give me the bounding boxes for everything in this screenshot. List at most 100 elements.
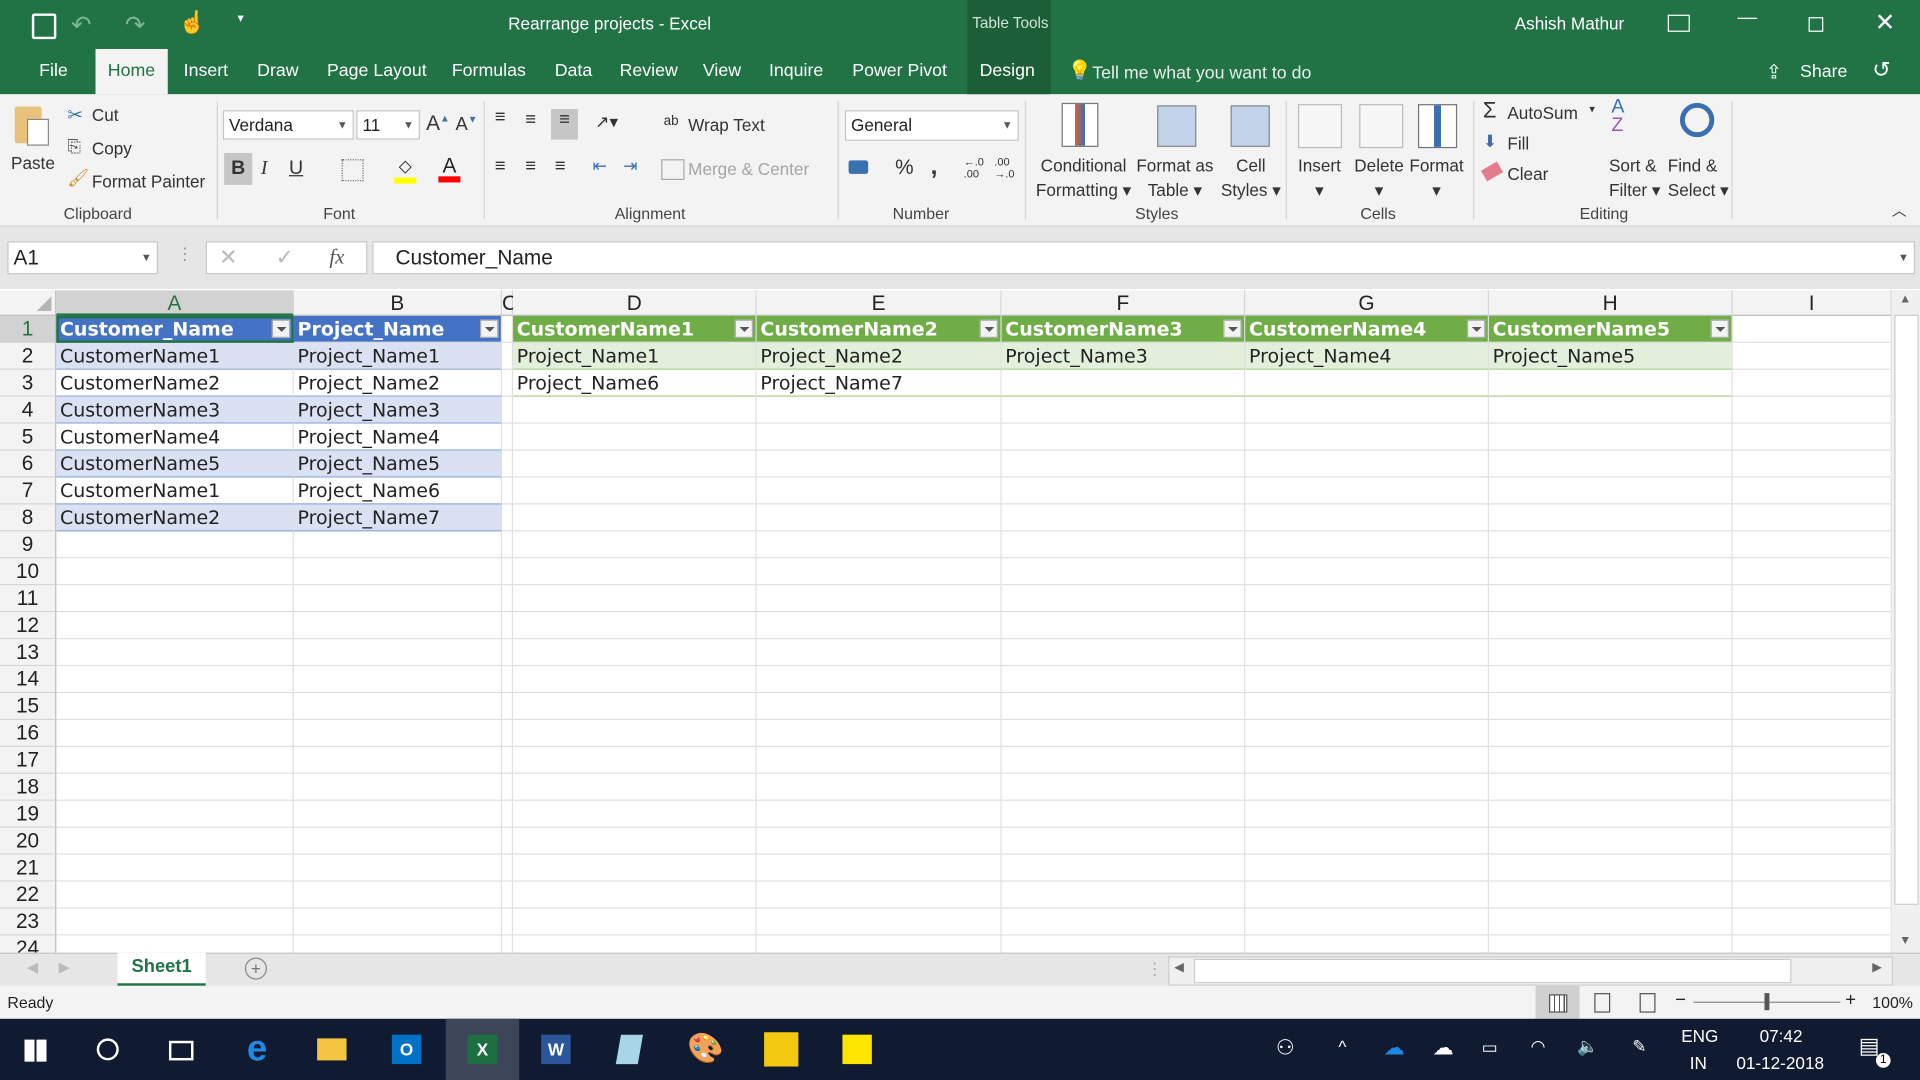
filter-dropdown-icon[interactable]	[979, 319, 998, 338]
font-color-icon[interactable]: A	[438, 154, 461, 183]
cell-H12[interactable]	[1488, 612, 1733, 640]
save-icon[interactable]	[31, 13, 57, 40]
language-eng[interactable]: ENG	[1681, 1026, 1718, 1046]
insert-cells-icon[interactable]	[1297, 104, 1343, 149]
cell-B1[interactable]: Project_Name	[293, 315, 503, 343]
cell-E12[interactable]	[756, 612, 1002, 640]
close-icon[interactable]: ✕	[1875, 7, 1896, 38]
cell-B16[interactable]	[293, 720, 503, 747]
filter-dropdown-icon[interactable]	[271, 319, 291, 338]
cell-I15[interactable]	[1732, 693, 1892, 721]
row-header-20[interactable]: 20	[0, 827, 57, 855]
scroll-up-icon[interactable]: ▲	[1899, 293, 1911, 306]
center-icon[interactable]: ≡	[525, 156, 536, 177]
cell-I19[interactable]	[1732, 800, 1892, 828]
cell-C10[interactable]	[502, 558, 514, 586]
cell-E7[interactable]	[756, 477, 1002, 505]
cell-B2[interactable]: Project_Name1	[293, 342, 503, 370]
clock-date[interactable]: 01-12-2018	[1736, 1053, 1824, 1073]
cell-D10[interactable]	[513, 558, 757, 586]
cell-C18[interactable]	[502, 773, 514, 801]
filter-dropdown-icon[interactable]	[1466, 319, 1486, 338]
row-header-21[interactable]: 21	[0, 854, 57, 882]
underline-button[interactable]: U	[289, 158, 303, 180]
cell-E8[interactable]	[756, 504, 1002, 532]
row-header-11[interactable]: 11	[0, 585, 57, 613]
cell-B20[interactable]	[293, 827, 503, 855]
row-header-3[interactable]: 3	[0, 369, 57, 397]
cell-H3[interactable]	[1488, 369, 1733, 397]
scroll-right-icon[interactable]: ▶	[1872, 961, 1881, 974]
undo-icon[interactable]: ↶	[71, 10, 92, 41]
cell-G9[interactable]	[1245, 531, 1489, 559]
share-button[interactable]: Share	[1800, 62, 1847, 82]
cell-D11[interactable]	[513, 585, 757, 613]
cell-B12[interactable]	[293, 612, 503, 640]
cell-H22[interactable]	[1488, 881, 1733, 909]
column-header-F[interactable]: F	[1001, 290, 1246, 316]
cell-I23[interactable]	[1732, 908, 1892, 936]
paste-button[interactable]: Paste	[11, 153, 55, 173]
cell-I20[interactable]	[1732, 827, 1892, 855]
cell-B18[interactable]	[293, 773, 503, 801]
cell-A2[interactable]: CustomerName1	[56, 342, 294, 370]
cell-I4[interactable]	[1732, 396, 1892, 424]
cell-A23[interactable]	[56, 908, 294, 936]
align-left-icon[interactable]: ≡	[495, 156, 506, 177]
power-bi-icon[interactable]	[751, 1019, 812, 1080]
cell-G12[interactable]	[1245, 612, 1489, 640]
customize-toolbar-icon[interactable]: ▾	[238, 12, 244, 25]
cell-B24[interactable]	[294, 935, 503, 953]
cell-I3[interactable]	[1732, 369, 1892, 397]
find-select-button[interactable]: Find & Select ▾	[1668, 153, 1729, 202]
cell-I8[interactable]	[1732, 504, 1892, 532]
cell-E21[interactable]	[756, 854, 1002, 882]
cell-F12[interactable]	[1001, 612, 1246, 640]
cell-D21[interactable]	[513, 854, 757, 882]
cell-F11[interactable]	[1001, 585, 1246, 613]
tab-file[interactable]: File	[27, 49, 80, 94]
prev-sheet-icon[interactable]: ◀	[27, 959, 38, 976]
cell-E24[interactable]	[757, 935, 1002, 953]
cell-I14[interactable]	[1732, 666, 1892, 694]
cell-A16[interactable]	[56, 720, 294, 747]
restore-icon[interactable]	[1808, 17, 1824, 32]
cell-H17[interactable]	[1488, 746, 1733, 774]
row-header-23[interactable]: 23	[0, 908, 57, 936]
cell-I18[interactable]	[1732, 773, 1892, 801]
cell-A3[interactable]: CustomerName2	[56, 369, 294, 397]
sheet-tab-sheet1[interactable]: Sheet1	[117, 952, 206, 987]
cell-E6[interactable]	[756, 450, 1002, 478]
page-break-view-button[interactable]	[1639, 993, 1656, 1013]
cell-F13[interactable]	[1001, 639, 1246, 667]
insert-cells-button[interactable]: Insert ▾	[1298, 153, 1341, 202]
cell-C9[interactable]	[502, 531, 514, 559]
cell-G18[interactable]	[1245, 773, 1489, 801]
fill-color-icon[interactable]: ◇	[394, 156, 417, 184]
increase-font-icon[interactable]: A▲	[426, 111, 450, 135]
cell-H24[interactable]	[1489, 935, 1733, 953]
volume-icon[interactable]: 🔈	[1577, 1036, 1598, 1057]
cell-G6[interactable]	[1245, 450, 1489, 478]
cell-F14[interactable]	[1001, 666, 1246, 694]
filter-dropdown-icon[interactable]	[734, 319, 754, 338]
cell-B4[interactable]: Project_Name3	[293, 396, 503, 424]
cell-A7[interactable]: CustomerName1	[56, 477, 294, 505]
format-cells-button[interactable]: Format ▾	[1409, 153, 1463, 202]
cell-styles-icon[interactable]	[1230, 105, 1270, 147]
collapse-ribbon-icon[interactable]: ︿	[1892, 200, 1907, 221]
merge-center-button[interactable]: Merge & Center	[688, 159, 809, 179]
tab-split-handle[interactable]: ⋮	[1146, 959, 1163, 980]
cell-H11[interactable]	[1488, 585, 1733, 613]
cell-I16[interactable]	[1732, 720, 1892, 747]
conditional-formatting-button[interactable]: Conditional Formatting ▾	[1036, 153, 1131, 202]
cell-F1[interactable]: CustomerName3	[1001, 315, 1246, 343]
cell-F3[interactable]	[1001, 369, 1246, 397]
cell-D4[interactable]	[513, 396, 757, 424]
wrap-text-button[interactable]: Wrap Text	[688, 115, 765, 135]
cell-D5[interactable]	[513, 423, 757, 451]
percent-button[interactable]: %	[895, 156, 914, 180]
zoom-out-button[interactable]: −	[1675, 989, 1686, 1010]
cell-G19[interactable]	[1245, 800, 1489, 828]
history-icon[interactable]: ↺	[1872, 58, 1890, 84]
